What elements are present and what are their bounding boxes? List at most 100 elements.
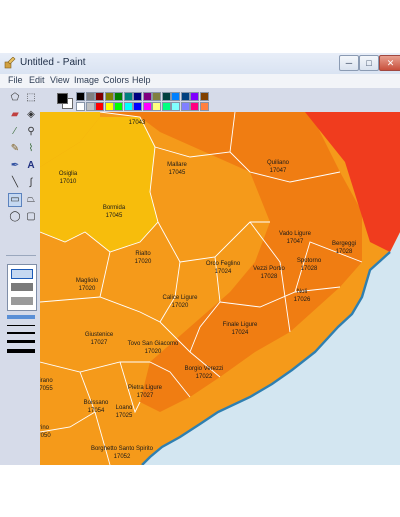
color-picker-icon[interactable]: ⁄ xyxy=(8,125,22,139)
postal-code: 17047 xyxy=(270,168,287,174)
palette-color-swatch[interactable] xyxy=(104,92,114,101)
place-name: Rialto xyxy=(135,251,151,257)
palette-color-swatch[interactable] xyxy=(171,102,180,111)
palette-color-swatch[interactable] xyxy=(133,102,142,111)
outline-style-option[interactable] xyxy=(11,269,33,279)
palette-color-swatch[interactable] xyxy=(95,102,104,111)
fill-icon[interactable]: ◈ xyxy=(24,108,38,122)
menu-edit[interactable]: Edit xyxy=(29,75,45,85)
postal-code: 17028 xyxy=(261,274,278,280)
menu-colors[interactable]: Colors xyxy=(103,75,129,85)
place-name: Loano xyxy=(116,405,133,411)
place-name: Finale Ligure xyxy=(223,322,258,328)
palette-color-swatch[interactable] xyxy=(85,102,95,111)
palette-color-swatch[interactable] xyxy=(161,102,171,111)
place-name: Mallare xyxy=(167,162,187,168)
maximize-button[interactable]: □ xyxy=(359,55,379,71)
palette-color-swatch[interactable] xyxy=(199,102,209,111)
palette-color-swatch[interactable] xyxy=(180,92,190,101)
place-name: Vado Ligure xyxy=(279,231,312,237)
palette-color-swatch[interactable] xyxy=(171,92,180,101)
minimize-button[interactable]: ─ xyxy=(339,55,359,71)
rectangle-icon[interactable]: ▭ xyxy=(8,193,22,207)
eraser-icon[interactable]: ▰ xyxy=(8,108,22,122)
line-width-options[interactable] xyxy=(7,315,35,355)
close-button[interactable]: ✕ xyxy=(379,55,400,71)
postal-code: 17045 xyxy=(106,213,123,219)
window-title: Untitled - Paint xyxy=(20,57,86,68)
toolbox-divider xyxy=(6,255,36,256)
menu-bar: File Edit View Image Colors Help xyxy=(0,74,400,88)
place-name: Osiglia xyxy=(59,171,78,177)
text-icon[interactable]: A xyxy=(24,159,38,173)
palette-color-swatch[interactable] xyxy=(142,92,152,101)
postal-code: 7055 xyxy=(40,386,53,392)
palette-color-swatch[interactable] xyxy=(199,92,209,101)
place-name: Borghetto Santo Spirito xyxy=(91,446,154,452)
place-name: Spotorno xyxy=(297,258,322,264)
palette-color-swatch[interactable] xyxy=(114,102,123,111)
palette-color-swatch[interactable] xyxy=(104,102,114,111)
palette-color-swatch[interactable] xyxy=(85,92,95,101)
place-name: Tovo San Giacomo xyxy=(128,341,179,347)
brush-icon[interactable]: ⌇ xyxy=(24,142,38,156)
place-name: Bormida xyxy=(103,205,126,211)
place-name: irano xyxy=(40,378,53,384)
fill-style-options[interactable] xyxy=(7,264,37,311)
palette-color-swatch[interactable] xyxy=(190,102,199,111)
postal-code: 17020 xyxy=(135,259,152,265)
menu-image[interactable]: Image xyxy=(74,75,99,85)
line-width-3[interactable] xyxy=(7,340,35,343)
palette-color-swatch[interactable] xyxy=(123,92,133,101)
palette-color-swatch[interactable] xyxy=(95,92,104,101)
menu-view[interactable]: View xyxy=(50,75,69,85)
drawing-canvas[interactable]: 17043 Osiglia 17010 Mallare 17045 Quiliano 170… xyxy=(40,112,400,465)
postal-code: 17020 xyxy=(172,303,189,309)
ellipse-icon[interactable]: ◯ xyxy=(8,210,22,224)
palette-color-swatch[interactable] xyxy=(123,102,133,111)
polygon-icon[interactable]: ⏢ xyxy=(24,193,38,207)
fill-style-option[interactable] xyxy=(11,297,33,305)
airbrush-icon[interactable]: ✒ xyxy=(8,159,22,173)
place-name: Noli xyxy=(297,289,307,295)
line-width-selected[interactable] xyxy=(7,315,35,319)
postal-code: 17052 xyxy=(114,454,131,460)
palette-color-swatch[interactable] xyxy=(133,92,142,101)
palette-color-swatch[interactable] xyxy=(161,92,171,101)
place-name: Magliolo xyxy=(76,278,99,284)
place-name: Vezzi Portio xyxy=(253,266,285,272)
palette-color-swatch[interactable] xyxy=(76,102,85,111)
pencil-icon[interactable]: ✎ xyxy=(8,142,22,156)
map-image: 17043 Osiglia 17010 Mallare 17045 Quiliano 170… xyxy=(40,112,400,465)
rounded-rectangle-icon[interactable]: ▢ xyxy=(24,210,38,224)
place-label: 17043 xyxy=(129,120,146,126)
postal-code: 17020 xyxy=(145,349,162,355)
palette-color-swatch[interactable] xyxy=(190,92,199,101)
palette-color-swatch[interactable] xyxy=(142,102,152,111)
outline-fill-style-option[interactable] xyxy=(11,283,33,291)
postal-code: 17010 xyxy=(60,179,77,185)
line-icon[interactable]: ╲ xyxy=(8,176,22,190)
line-width-2[interactable] xyxy=(7,332,35,334)
palette-color-swatch[interactable] xyxy=(114,92,123,101)
palette-color-swatch[interactable] xyxy=(152,92,161,101)
free-form-select-icon[interactable]: ⬠ xyxy=(8,91,22,105)
place-name: Orco Feglino xyxy=(206,261,241,267)
curve-icon[interactable]: ∫ xyxy=(24,176,38,190)
palette-color-swatch[interactable] xyxy=(76,92,85,101)
toolbox: ⬠ ⬚ ▰ ◈ ⁄ ⚲ ✎ ⌇ ✒ A ╲ ∫ ▭ ⏢ ◯ ▢ xyxy=(0,88,40,465)
paint-app-icon xyxy=(4,57,16,69)
line-width-1[interactable] xyxy=(7,325,35,326)
palette-color-swatch[interactable] xyxy=(180,102,190,111)
menu-help[interactable]: Help xyxy=(132,75,151,85)
place-name: Giustenice xyxy=(85,332,114,338)
title-bar[interactable]: Untitled - Paint ─ □ ✕ xyxy=(0,53,400,75)
line-width-4[interactable] xyxy=(7,349,35,353)
select-icon[interactable]: ⬚ xyxy=(24,91,38,105)
postal-code: 17027 xyxy=(137,393,154,399)
magnifier-icon[interactable]: ⚲ xyxy=(24,125,38,139)
palette-color-swatch[interactable] xyxy=(152,102,161,111)
menu-file[interactable]: File xyxy=(8,75,23,85)
place-name: rino xyxy=(40,425,50,431)
place-name: Pietra Ligure xyxy=(128,385,163,391)
